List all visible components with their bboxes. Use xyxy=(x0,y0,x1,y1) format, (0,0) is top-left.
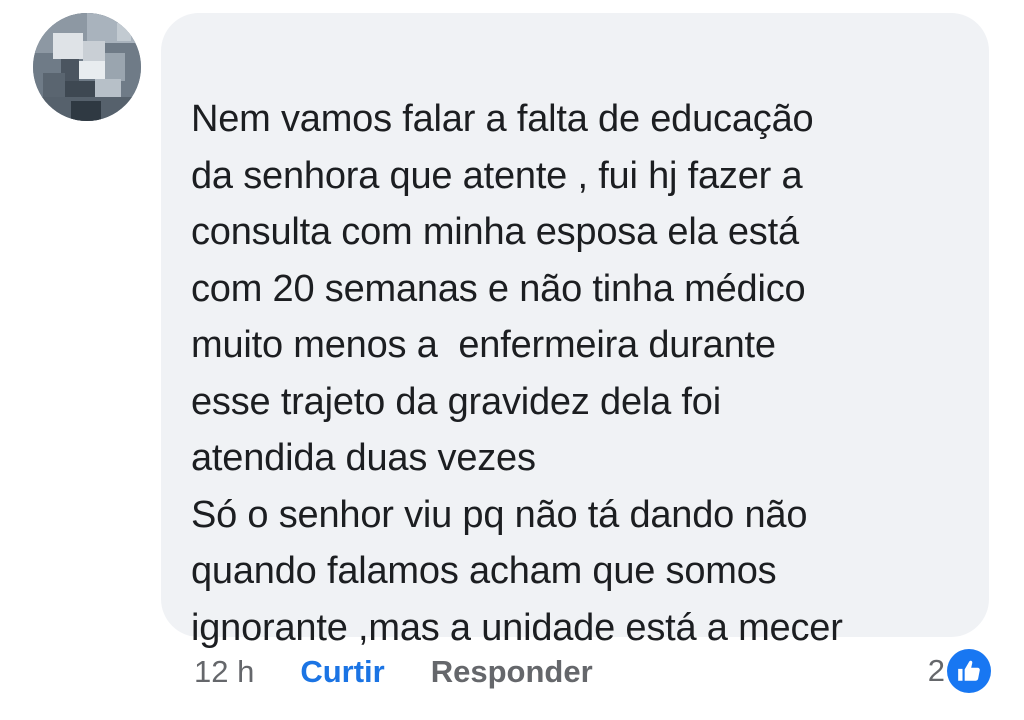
reaction-summary[interactable]: 2 xyxy=(928,648,991,694)
thumbs-up-icon xyxy=(947,649,991,693)
timestamp[interactable]: 12 h xyxy=(194,654,254,690)
comment-line: ignorante ,mas a unidade está a mecer xyxy=(191,606,843,649)
comment-text: Nem vamos falar a falta de educação da s… xyxy=(191,91,981,656)
comment-actions: 12 h Curtir Responder xyxy=(194,650,593,694)
comment: Nem vamos falar a falta de educação da s… xyxy=(0,0,1024,720)
comment-line: com 20 semanas e não tinha médico xyxy=(191,267,806,310)
reply-button[interactable]: Responder xyxy=(431,654,593,690)
comment-line: quando falamos acham que somos xyxy=(191,550,777,592)
avatar[interactable] xyxy=(33,13,141,121)
comment-line: esse trajeto da gravidez dela foi xyxy=(191,380,721,423)
comment-line: Nem vamos falar a falta de educação xyxy=(191,98,814,140)
comment-line: muito menos a enfermeira durante xyxy=(191,324,776,366)
comment-line: consulta com minha esposa ela está xyxy=(191,211,799,253)
comment-line: da senhora que atente , fui hj fazer a xyxy=(191,154,803,197)
comment-bubble: Nem vamos falar a falta de educação da s… xyxy=(161,13,989,649)
comment-line: atendida duas vezes xyxy=(191,437,536,479)
like-button[interactable]: Curtir xyxy=(300,654,384,690)
reaction-count: 2 xyxy=(927,653,945,688)
comment-line: Só o senhor viu pq não tá dando não xyxy=(191,493,808,536)
avatar-image xyxy=(33,13,141,121)
